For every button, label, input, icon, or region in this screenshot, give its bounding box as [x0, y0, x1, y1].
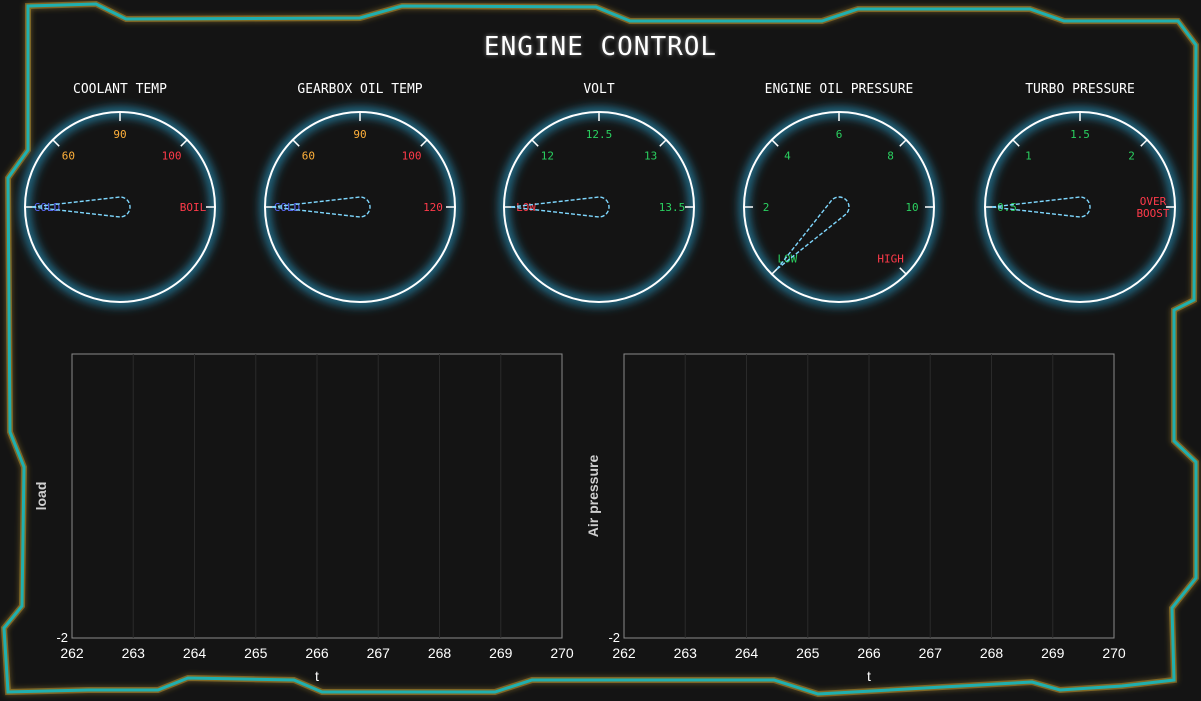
y-axis-label: load: [33, 482, 49, 511]
x-tick-label: 269: [489, 645, 513, 661]
y-axis-label: Air pressure: [585, 455, 601, 538]
x-tick-label: 268: [980, 645, 1004, 661]
x-tick-label: 268: [428, 645, 452, 661]
x-tick-label: 267: [367, 645, 391, 661]
x-tick-label: 262: [612, 645, 636, 661]
x-tick-label: 270: [550, 645, 574, 661]
x-tick-label: 266: [305, 645, 329, 661]
y-tick-label: -2: [608, 630, 620, 645]
x-axis-label: t: [315, 668, 319, 684]
x-tick-label: 269: [1041, 645, 1065, 661]
x-axis-label: t: [867, 668, 871, 684]
x-tick-label: 264: [183, 645, 207, 661]
x-tick-label: 265: [796, 645, 820, 661]
x-tick-label: 264: [735, 645, 759, 661]
x-tick-label: 265: [244, 645, 268, 661]
chart-1: 262 263 264 265 266 267 268 269 270 -2 t load: [33, 353, 574, 684]
x-tick-label: 263: [122, 645, 146, 661]
y-tick-label: -2: [56, 630, 68, 645]
x-tick-label: 266: [857, 645, 881, 661]
charts-area: 262 263 264 265 266 267 268 269 270 -2 t load 262 263…: [33, 353, 1126, 684]
x-tick-label: 267: [919, 645, 943, 661]
chart-2: 262 263 264 265 266 267 268 269 270 -2 t Air pressu…: [585, 353, 1126, 684]
x-tick-label: 270: [1102, 645, 1126, 661]
x-tick-label: 263: [674, 645, 698, 661]
x-tick-label: 262: [60, 645, 84, 661]
